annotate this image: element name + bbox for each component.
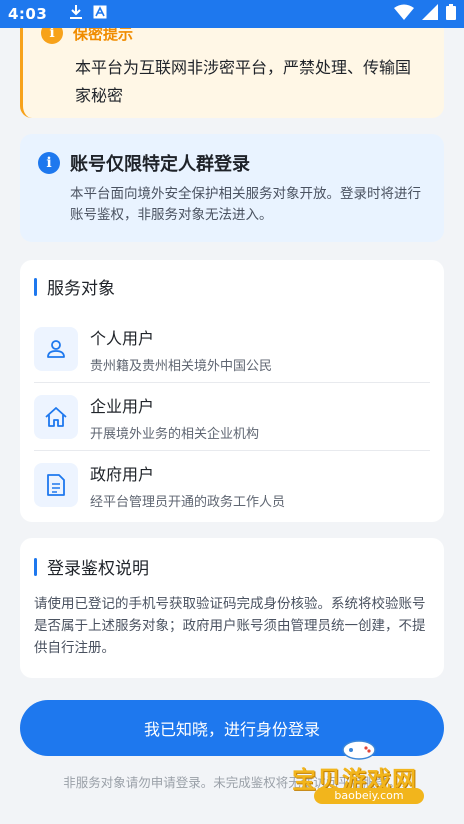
status-bar: 4:03 [0,0,464,28]
service-name: 企业用户 [90,396,155,416]
home-icon [34,395,78,439]
service-desc: 开展境外业务的相关企业机构 [90,426,260,442]
battery-icon [446,4,456,24]
person-icon [34,327,78,371]
service-item-government: 政府用户 经平台管理员开通的政务工作人员 [34,450,430,519]
gamepad-icon [342,738,376,760]
auth-explanation-card: 登录鉴权说明 请使用已登记的手机号获取验证码完成身份核验。系统将校验账号是否属于… [20,538,444,678]
section-accent-bar [34,557,37,576]
service-targets-card: 服务对象 个人用户 贵州籍及贵州相关境外中国公民 企业用户 开展境外业务的相关企… [20,260,444,522]
service-desc: 贵州籍及贵州相关境外中国公民 [90,358,273,374]
service-item-personal: 个人用户 贵州籍及贵州相关境外中国公民 [34,315,430,383]
info-title: 账号仅限特定人群登录 [70,154,250,175]
info-text: 本平台面向境外安全保护相关服务对象开放。登录时将进行账号鉴权，非服务对象无法进入… [70,186,421,223]
section-accent-bar [34,277,37,296]
service-name: 政府用户 [90,464,155,484]
font-notification-icon [93,5,107,23]
service-name: 个人用户 [90,328,155,348]
status-time: 4:03 [8,5,48,23]
access-restriction-info: i 账号仅限特定人群登录 本平台面向境外安全保护相关服务对象开放。登录时将进行账… [20,134,444,242]
auth-text: 请使用已登记的手机号获取验证码完成身份核验。系统将校验账号是否属于上述服务对象；… [34,596,426,656]
watermark-logo: 宝贝游戏网 baobeiy.com [292,738,462,804]
info-icon: i [38,152,60,174]
watermark-url: baobeiy.com [314,788,424,804]
download-icon [69,4,83,24]
signal-icon [422,4,438,24]
section-title: 登录鉴权说明 [47,559,149,579]
section-title: 服务对象 [47,279,115,299]
service-item-enterprise: 企业用户 开展境外业务的相关企业机构 [34,382,430,451]
wifi-icon [394,4,414,24]
document-icon [34,463,78,507]
service-desc: 经平台管理员开通的政务工作人员 [90,494,286,510]
login-notice-screen: 4:03 i 保密提示 本平台为互联网非涉密平台，严禁处理、传输国家秘密 i 账… [0,0,464,824]
notice-text: 本平台为互联网非涉密平台，严禁处理、传输国家秘密 [75,58,412,105]
